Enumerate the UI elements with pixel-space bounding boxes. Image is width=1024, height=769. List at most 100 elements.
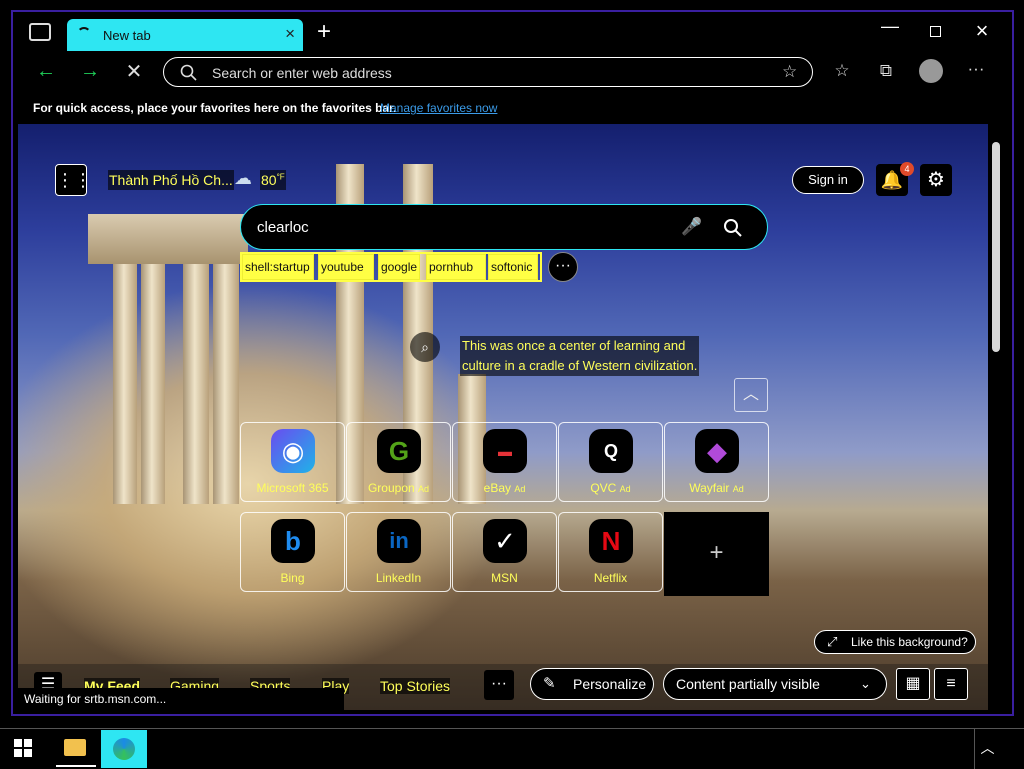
- tile-label: QVC Ad: [559, 481, 662, 495]
- tile-label: LinkedIn: [375, 571, 422, 585]
- quick-link-tile[interactable]: ▬ eBay Ad: [452, 422, 557, 502]
- more-suggestions-icon[interactable]: ···: [548, 252, 578, 282]
- ad-badge: Ad: [418, 484, 430, 494]
- file-explorer-icon[interactable]: [56, 731, 96, 767]
- expand-icon: ⤢: [827, 634, 838, 649]
- suggestion-chip[interactable]: pornhub: [426, 254, 486, 280]
- start-windows-icon[interactable]: [14, 739, 32, 757]
- add-favorite-icon[interactable]: ☆: [782, 62, 797, 82]
- favorites-icon[interactable]: ☆: [829, 61, 855, 81]
- background-image: [113, 264, 137, 504]
- taskbar: ︿: [0, 728, 1024, 769]
- tab-title: New tab: [103, 28, 151, 43]
- tile-label: Wayfair Ad: [665, 481, 768, 495]
- forward-icon[interactable]: →: [77, 60, 103, 83]
- tile-label: Groupon Ad: [347, 481, 450, 495]
- toolbar: ← → ✕ Search or enter web address ☆ ☆ ⧉ …: [13, 52, 1012, 94]
- temperature-unit: °F: [276, 172, 285, 182]
- chevron-down-icon: ⌄: [860, 676, 871, 691]
- new-tab-page: ⋮⋮ Thành Phố Hồ Ch... ☁ 80°F Sign in 🔔 4…: [18, 124, 988, 710]
- edge-taskbar-icon[interactable]: [101, 730, 147, 768]
- quick-link-tile[interactable]: ◆ Wayfair Ad: [664, 422, 769, 502]
- tile-label: MSN: [491, 571, 518, 585]
- collections-icon[interactable]: ⧉: [873, 61, 899, 81]
- suggestion-chip[interactable]: softonic: [488, 254, 538, 280]
- tile-label: Bing: [280, 571, 305, 585]
- manage-favorites-link[interactable]: Manage favorites now: [380, 101, 497, 115]
- ad-badge: Ad: [619, 484, 631, 494]
- tile-label: Microsoft 365: [256, 481, 329, 495]
- tab-actions-icon[interactable]: [29, 23, 51, 41]
- stop-loading-icon[interactable]: ✕: [121, 59, 147, 84]
- microsoft-365-icon: ◉: [271, 429, 315, 473]
- sign-in-button[interactable]: Sign in: [792, 166, 864, 194]
- wayfair-icon: ◆: [695, 429, 739, 473]
- suggestion-chip[interactable]: youtube: [318, 254, 374, 280]
- profile-avatar[interactable]: [919, 59, 943, 83]
- quick-link-tile[interactable]: Q QVC Ad: [558, 422, 663, 502]
- quick-link-tile[interactable]: N Netflix: [558, 512, 663, 592]
- microphone-icon[interactable]: 🎤: [681, 217, 702, 237]
- more-feed-tabs-icon[interactable]: ···: [484, 670, 514, 700]
- new-tab-icon[interactable]: +: [309, 18, 339, 46]
- ebay-icon: ▬: [483, 429, 527, 473]
- weather-location[interactable]: Thành Phố Hồ Ch...: [108, 170, 234, 190]
- quick-link-tile[interactable]: b Bing: [240, 512, 345, 592]
- background-caption[interactable]: This was once a center of learning and c…: [460, 336, 700, 376]
- background-image: [88, 214, 248, 264]
- qvc-icon: Q: [589, 429, 633, 473]
- grid-layout-icon[interactable]: ▦: [896, 668, 930, 700]
- search-submit-icon[interactable]: [723, 218, 743, 238]
- quick-link-tile[interactable]: ✓ MSN: [452, 512, 557, 592]
- search-icon: [180, 64, 197, 81]
- msn-icon: ✓: [483, 519, 527, 563]
- bing-icon: b: [271, 519, 315, 563]
- minimize-icon[interactable]: —: [875, 16, 905, 37]
- tile-label: eBay Ad: [453, 481, 556, 495]
- image-info-icon[interactable]: ⌕: [410, 332, 440, 362]
- quick-link-tile[interactable]: G Groupon Ad: [346, 422, 451, 502]
- apps-launcher-icon[interactable]: ⋮⋮: [55, 164, 92, 196]
- settings-gear-icon[interactable]: ⚙: [920, 164, 952, 196]
- close-tab-icon[interactable]: ×: [285, 24, 295, 44]
- netflix-icon: N: [589, 519, 633, 563]
- tile-label: Netflix: [593, 571, 628, 585]
- content-visibility-select[interactable]: Content partially visible ⌄: [663, 668, 887, 700]
- like-background-label: Like this background?: [851, 635, 968, 649]
- linkedin-icon: in: [377, 519, 421, 563]
- weather-temp[interactable]: 80°F: [260, 170, 286, 190]
- show-hidden-icons-chevron[interactable]: ︿: [974, 729, 1000, 769]
- add-shortcut-button[interactable]: +: [664, 512, 769, 596]
- tab-bar: New tab × + — ×: [13, 12, 1012, 52]
- search-input-value: clearloc: [257, 219, 309, 236]
- tile-label-text: Groupon: [367, 481, 415, 495]
- tab-new-tab[interactable]: New tab ×: [67, 19, 303, 51]
- groupon-icon: G: [377, 429, 421, 473]
- back-icon[interactable]: ←: [33, 60, 59, 83]
- caption-line: culture in a cradle of Western civilizat…: [462, 358, 698, 373]
- background-image: [183, 244, 209, 504]
- vertical-scrollbar[interactable]: [989, 124, 1003, 710]
- loading-spinner-icon: [77, 27, 91, 41]
- personalize-button[interactable]: ✎ Personalize: [530, 668, 654, 700]
- like-background-button[interactable]: ⤢ Like this background?: [814, 630, 976, 654]
- suggestion-chip[interactable]: shell:startup: [242, 254, 314, 280]
- web-search-box[interactable]: clearloc 🎤: [240, 204, 768, 250]
- more-menu-icon[interactable]: ···: [963, 59, 989, 79]
- tile-label-text: Wayfair: [689, 481, 730, 495]
- address-placeholder: Search or enter web address: [212, 65, 392, 81]
- close-window-icon[interactable]: ×: [967, 18, 997, 44]
- maximize-icon[interactable]: [930, 26, 941, 37]
- scrollbar-thumb[interactable]: [992, 142, 1000, 352]
- feed-tab-top-stories[interactable]: Top Stories: [380, 678, 451, 694]
- status-bar: Waiting for srtb.msn.com...: [18, 688, 344, 710]
- address-bar[interactable]: Search or enter web address ☆: [163, 57, 813, 87]
- list-layout-icon[interactable]: ≡: [934, 668, 968, 700]
- suggestion-chip[interactable]: google: [378, 254, 420, 280]
- caption-line: This was once a center of learning and: [462, 338, 686, 353]
- tile-label-text: eBay: [483, 481, 511, 495]
- quick-link-tile[interactable]: ◉ Microsoft 365: [240, 422, 345, 502]
- personalize-label: Personalize: [573, 676, 647, 692]
- collapse-chevron-icon[interactable]: ︿: [734, 378, 768, 412]
- quick-link-tile[interactable]: in LinkedIn: [346, 512, 451, 592]
